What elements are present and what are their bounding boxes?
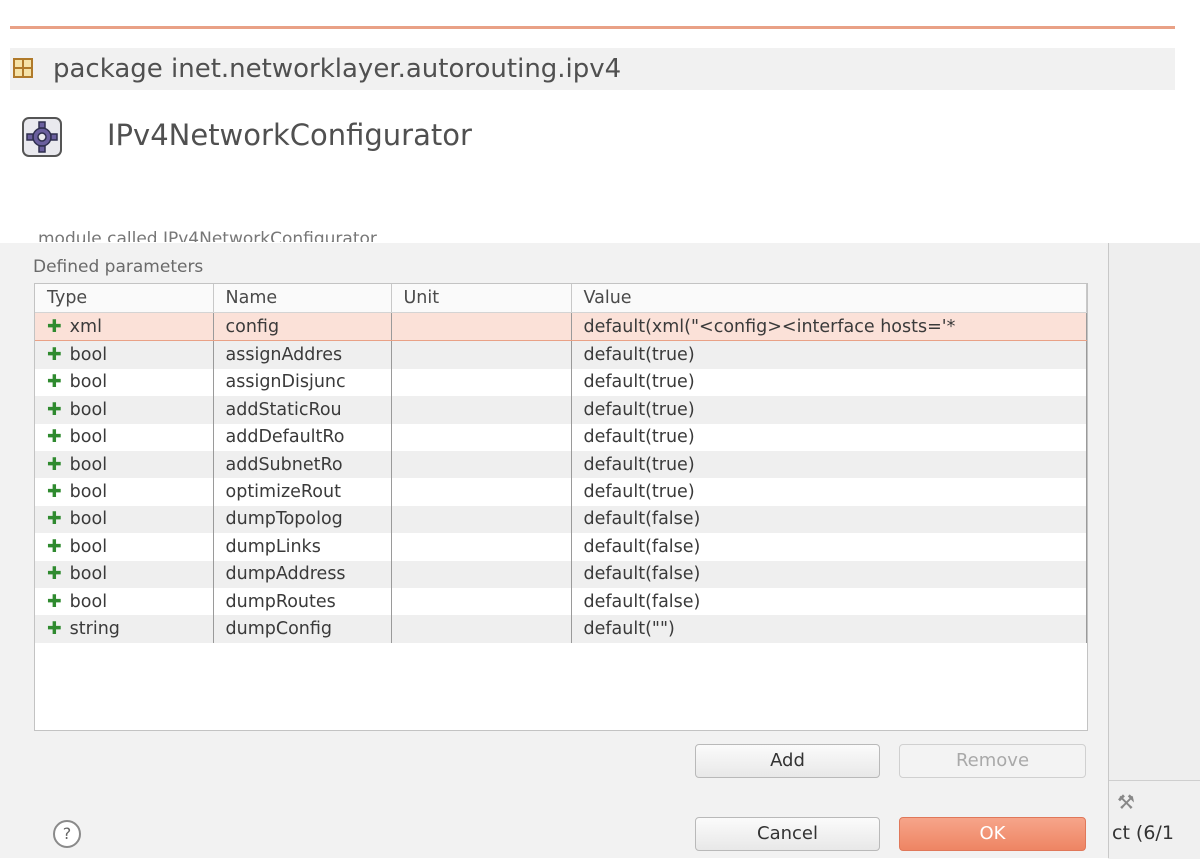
cell-value[interactable]: default("")	[571, 615, 1087, 643]
defined-parameters-label: Defined parameters	[33, 257, 204, 277]
cell-value[interactable]: default(true)	[571, 340, 1087, 369]
plus-icon: ✚	[47, 564, 62, 585]
cell-type[interactable]: ✚ bool	[35, 396, 214, 424]
cell-unit[interactable]	[391, 560, 572, 588]
cell-value[interactable]: default(false)	[571, 533, 1087, 561]
cell-unit[interactable]	[391, 587, 572, 616]
cell-value[interactable]: default(true)	[571, 396, 1087, 424]
cell-name[interactable]: assignAddres	[213, 340, 392, 369]
cell-name[interactable]: assignDisjunc	[213, 368, 392, 397]
cell-type[interactable]: ✚ bool	[35, 340, 214, 369]
cell-value[interactable]: default(false)	[571, 505, 1087, 534]
cell-value[interactable]: default(true)	[571, 368, 1087, 397]
cell-type[interactable]: ✚ bool	[35, 533, 214, 561]
table-row[interactable]: ✚ bool optimizeRout default(true)	[35, 478, 1087, 506]
cell-unit[interactable]	[391, 615, 572, 643]
plus-icon: ✚	[47, 316, 62, 337]
plus-icon: ✚	[47, 509, 62, 530]
table-header-row: Type Name Unit Value	[35, 284, 1087, 313]
ok-button[interactable]: OK	[899, 817, 1086, 851]
cell-type[interactable]: ✚ bool	[35, 560, 214, 588]
cell-value[interactable]: default(true)	[571, 450, 1087, 479]
table-row[interactable]: ✚ bool dumpTopolog default(false)	[35, 505, 1087, 534]
column-header-value[interactable]: Value	[571, 284, 1087, 313]
plus-icon: ✚	[47, 345, 62, 366]
plus-icon: ✚	[47, 454, 62, 475]
module-description: module called IPv4NetworkConfigurator	[38, 229, 377, 242]
cell-name[interactable]: addStaticRou	[213, 396, 392, 424]
package-label: package inet.networklayer.autorouting.ip…	[53, 54, 622, 84]
cell-unit[interactable]	[391, 311, 572, 342]
column-header-type[interactable]: Type	[35, 284, 214, 313]
plus-icon: ✚	[47, 482, 62, 503]
cell-value[interactable]: default(false)	[571, 560, 1087, 588]
table-row[interactable]: ✚ bool addSubnetRo default(true)	[35, 450, 1087, 479]
package-header: package inet.networklayer.autorouting.ip…	[10, 48, 1175, 90]
column-header-unit[interactable]: Unit	[391, 284, 572, 313]
table-row[interactable]: ✚ bool addDefaultRo default(true)	[35, 423, 1087, 451]
cell-type[interactable]: ✚ bool	[35, 587, 214, 616]
table-row[interactable]: ✚ bool addStaticRou default(true)	[35, 396, 1087, 424]
cell-unit[interactable]	[391, 423, 572, 451]
cell-name[interactable]: dumpAddress	[213, 560, 392, 588]
cell-type[interactable]: ✚ bool	[35, 505, 214, 534]
cell-type[interactable]: ✚ bool	[35, 478, 214, 506]
cell-name[interactable]: dumpTopolog	[213, 505, 392, 534]
cell-value[interactable]: default(true)	[571, 478, 1087, 506]
add-button[interactable]: Add	[695, 744, 880, 778]
table-row[interactable]: ✚ bool assignAddres default(true)	[35, 340, 1087, 369]
cell-name[interactable]: addSubnetRo	[213, 450, 392, 479]
plus-icon: ✚	[47, 618, 62, 639]
cell-unit[interactable]	[391, 478, 572, 506]
cancel-button[interactable]: Cancel	[695, 817, 880, 851]
cell-name[interactable]: dumpConfig	[213, 615, 392, 643]
table-row[interactable]: ✚ bool dumpRoutes default(false)	[35, 587, 1087, 616]
parameters-table[interactable]: Type Name Unit Value ✚ xml config default…	[34, 283, 1088, 731]
plus-icon: ✚	[47, 536, 62, 557]
background-editor-panel	[1108, 243, 1200, 858]
table-row[interactable]: ✚ bool dumpAddress default(false)	[35, 560, 1087, 588]
table-row[interactable]: ✚ bool dumpLinks default(false)	[35, 533, 1087, 561]
cell-type[interactable]: ✚ bool	[35, 368, 214, 397]
cell-type[interactable]: ✚ xml	[35, 311, 214, 342]
background-status-text: ct (6/1	[1112, 822, 1174, 844]
cell-type[interactable]: ✚ string	[35, 615, 214, 643]
package-icon	[13, 58, 33, 78]
cell-unit[interactable]	[391, 340, 572, 369]
top-divider	[10, 26, 1175, 29]
cell-name[interactable]: config	[213, 311, 392, 342]
table-row[interactable]: ✚ string dumpConfig default("")	[35, 615, 1087, 643]
cell-type[interactable]: ✚ bool	[35, 423, 214, 451]
cell-type[interactable]: ✚ bool	[35, 450, 214, 479]
cell-name[interactable]: dumpRoutes	[213, 587, 392, 616]
table-row[interactable]: ✚ bool assignDisjunc default(true)	[35, 368, 1087, 397]
cell-value[interactable]: default(xml("<config><interface hosts='*	[571, 311, 1087, 342]
cell-unit[interactable]	[391, 533, 572, 561]
module-title: IPv4NetworkConfigurator	[107, 118, 472, 152]
plus-icon: ✚	[47, 591, 62, 612]
cell-name[interactable]: addDefaultRo	[213, 423, 392, 451]
cell-unit[interactable]	[391, 450, 572, 479]
cell-name[interactable]: dumpLinks	[213, 533, 392, 561]
gear-icon	[22, 117, 62, 157]
plus-icon: ✚	[47, 372, 62, 393]
table-row[interactable]: ✚ xml config default(xml("<config><interf…	[35, 311, 1087, 342]
cell-unit[interactable]	[391, 505, 572, 534]
cell-unit[interactable]	[391, 368, 572, 397]
cell-unit[interactable]	[391, 396, 572, 424]
column-header-name[interactable]: Name	[213, 284, 392, 313]
remove-button[interactable]: Remove	[899, 744, 1086, 778]
tools-icon[interactable]: ⚒	[1117, 790, 1135, 814]
cell-value[interactable]: default(false)	[571, 587, 1087, 616]
cell-value[interactable]: default(true)	[571, 423, 1087, 451]
plus-icon: ✚	[47, 399, 62, 420]
help-icon[interactable]: ?	[53, 820, 81, 848]
cell-name[interactable]: optimizeRout	[213, 478, 392, 506]
plus-icon: ✚	[47, 427, 62, 448]
